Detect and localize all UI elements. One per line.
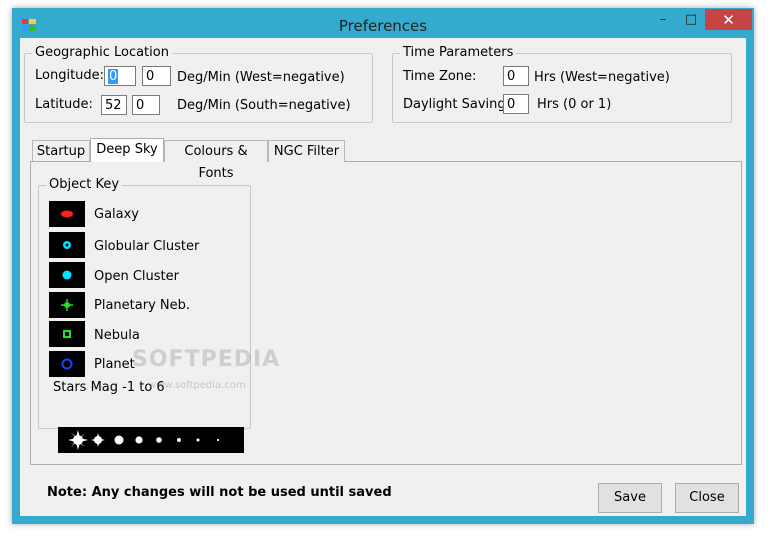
star-mag-minus1-icon: [68, 430, 88, 450]
tab-deep-sky[interactable]: Deep Sky: [90, 138, 164, 162]
tab-ngc-filter[interactable]: NGC Filter: [268, 140, 345, 162]
open-cluster-swatch: [49, 262, 85, 288]
daylight-saving-units: Hrs (0 or 1): [537, 97, 612, 112]
planetary-nebula-label: Planetary Neb.: [94, 298, 190, 313]
daylight-saving-label: Daylight Saving:: [403, 97, 511, 112]
star-mag-4-icon: [177, 438, 181, 442]
minimize-button[interactable]: –: [650, 9, 676, 30]
preferences-window: Preferences – □ ✕ Geographic Location Lo…: [12, 8, 754, 524]
open-cluster-label: Open Cluster: [94, 269, 179, 284]
planet-icon: [61, 358, 73, 370]
time-zone-label: Time Zone:: [403, 69, 477, 84]
tab-colours-fonts[interactable]: Colours & Fonts: [164, 140, 268, 181]
planetary-nebula-icon: [61, 299, 73, 311]
globular-cluster-swatch: [49, 232, 85, 258]
star-mag-0-icon: [91, 433, 105, 447]
latitude-units: Deg/Min (South=negative): [177, 98, 351, 113]
time-zone-input[interactable]: 0: [503, 66, 529, 86]
globular-cluster-label: Globular Cluster: [94, 239, 200, 254]
star-mag-5-icon: [196, 438, 200, 442]
open-cluster-icon: [62, 270, 72, 280]
object-key-legend: Object Key: [46, 177, 123, 192]
window-title: Preferences: [338, 17, 428, 35]
geographic-location-group: Geographic Location Longitude: 0 0 Deg/M…: [24, 45, 373, 123]
longitude-deg-input[interactable]: 0: [104, 66, 136, 86]
stars-magnitude-strip: [58, 427, 244, 453]
dialog-client-area: Geographic Location Longitude: 0 0 Deg/M…: [20, 38, 746, 516]
star-mag-2-icon: [135, 436, 143, 444]
save-note: Note: Any changes will not be used until…: [47, 485, 392, 500]
close-window-button[interactable]: ✕: [705, 9, 752, 30]
latitude-min-input[interactable]: 0: [132, 95, 160, 115]
nebula-icon: [63, 330, 71, 338]
close-button[interactable]: Close: [675, 483, 739, 513]
time-zone-units: Hrs (West=negative): [534, 70, 670, 85]
longitude-min-input[interactable]: 0: [142, 66, 171, 86]
longitude-units: Deg/Min (West=negative): [177, 70, 345, 85]
galaxy-label: Galaxy: [94, 207, 140, 222]
planetary-nebula-swatch: [49, 292, 85, 318]
nebula-swatch: [49, 321, 85, 347]
globular-cluster-icon: [63, 241, 71, 249]
watermark-url: www.softpedia.com: [148, 380, 246, 391]
title-bar[interactable]: Preferences – □ ✕: [12, 8, 754, 38]
geographic-location-legend: Geographic Location: [32, 45, 172, 60]
latitude-label: Latitude:: [35, 97, 93, 112]
tab-startup[interactable]: Startup: [32, 140, 90, 162]
daylight-saving-input[interactable]: 0: [503, 94, 529, 114]
planet-label: Planet: [94, 357, 135, 372]
galaxy-swatch: [49, 201, 85, 227]
star-mag-6-icon: [216, 438, 220, 442]
galaxy-icon: [61, 210, 73, 218]
time-parameters-legend: Time Parameters: [400, 45, 517, 60]
planet-swatch: [49, 351, 85, 377]
nebula-label: Nebula: [94, 328, 140, 343]
time-parameters-group: Time Parameters Time Zone: 0 Hrs (West=n…: [392, 45, 732, 123]
star-mag-1-icon: [114, 435, 124, 445]
longitude-label: Longitude:: [35, 68, 105, 83]
save-button[interactable]: Save: [598, 483, 662, 513]
latitude-deg-input[interactable]: 52: [101, 95, 127, 115]
maximize-button[interactable]: □: [678, 9, 704, 30]
watermark: SOFTPEDIA: [132, 347, 281, 372]
star-mag-3-icon: [156, 437, 162, 443]
